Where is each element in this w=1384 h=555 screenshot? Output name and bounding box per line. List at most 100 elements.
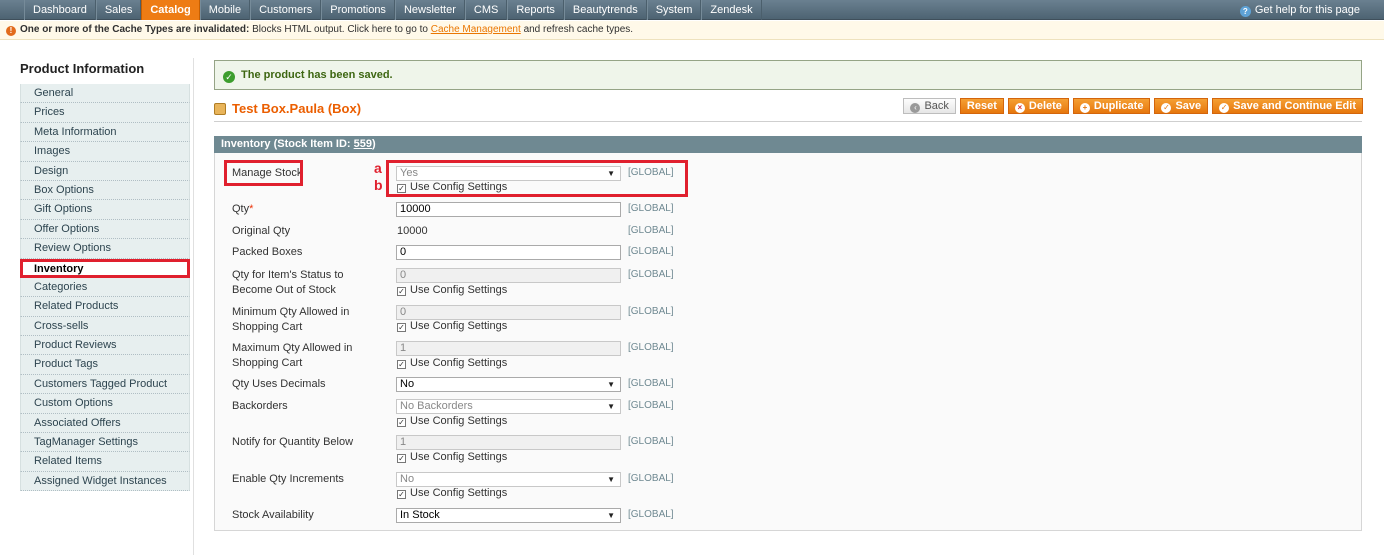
sidebar-divider	[193, 58, 194, 555]
header-separator	[214, 121, 1362, 122]
use-config-label: Use Config Settings	[410, 320, 508, 332]
help-link[interactable]: ? Get help for this page	[1239, 0, 1360, 20]
cache-notice: ! One or more of the Cache Types are inva…	[0, 21, 1384, 40]
out-of-stock-qty-input[interactable]: 0	[396, 268, 621, 283]
duplicate-label: Duplicate	[1093, 100, 1144, 112]
qty-decimals-label: Qty Uses Decimals	[232, 378, 326, 390]
backorders-value: No Backorders	[400, 400, 473, 412]
check-icon: ✓	[223, 71, 235, 83]
duplicate-button[interactable]: + Duplicate	[1072, 98, 1151, 114]
out-of-stock-use-config[interactable]: ✓ Use Config Settings	[397, 284, 507, 297]
notice-bold: One or more of the Cache Types are inval…	[20, 24, 250, 35]
manage-stock-highlight	[224, 160, 303, 186]
qty-input[interactable]: 10000	[396, 202, 621, 217]
delete-button[interactable]: × Delete	[1007, 98, 1069, 114]
reset-button[interactable]: Reset	[959, 98, 1004, 114]
out-of-stock-qty-label: Qty for Item's Status to Become Out of S…	[232, 269, 344, 296]
help-icon: ?	[1239, 6, 1251, 17]
notice-text: Blocks HTML output. Click here to go to	[252, 24, 428, 35]
max-qty-input[interactable]: 1	[396, 341, 621, 356]
nav-item-newsletter[interactable]: Newsletter	[394, 0, 465, 20]
checkbox-checked-icon: ✓	[397, 454, 406, 463]
max-qty-use-config[interactable]: ✓ Use Config Settings	[397, 357, 507, 370]
notify-use-config[interactable]: ✓ Use Config Settings	[397, 451, 507, 464]
delete-label: Delete	[1028, 100, 1062, 112]
nav-item-customers[interactable]: Customers	[250, 0, 322, 20]
scope-label: [GLOBAL]	[628, 473, 674, 484]
tab-review-options[interactable]: Review Options	[20, 239, 190, 259]
nav-item-dashboard[interactable]: Dashboard	[24, 0, 96, 20]
back-button[interactable]: ‹ Back	[903, 98, 956, 114]
top-navigation: Dashboard Sales Catalog Mobile Customers…	[0, 0, 1384, 20]
tab-tagmanager-settings[interactable]: TagManager Settings	[20, 433, 190, 453]
use-config-label: Use Config Settings	[410, 284, 508, 296]
page-title: Test Box.Paula (Box)	[214, 101, 361, 116]
backorders-select[interactable]: No Backorders ▼	[396, 399, 621, 414]
qty-decimals-value: No	[400, 378, 415, 390]
tab-images[interactable]: Images	[20, 142, 190, 162]
save-button[interactable]: ✓ Save	[1154, 98, 1209, 114]
tab-prices[interactable]: Prices	[20, 103, 190, 123]
tab-customers-tagged-product[interactable]: Customers Tagged Product	[20, 374, 190, 395]
chevron-down-icon: ▼	[607, 402, 615, 411]
checkbox-checked-icon: ✓	[397, 418, 406, 427]
success-message: ✓ The product has been saved.	[214, 60, 1362, 90]
tab-inventory[interactable]: Inventory	[20, 258, 190, 278]
min-qty-input[interactable]: 0	[396, 305, 621, 320]
original-qty-label: Original Qty	[232, 225, 291, 237]
nav-item-mobile[interactable]: Mobile	[199, 0, 251, 20]
stock-item-id-link[interactable]: 559	[354, 138, 372, 150]
qty-increments-select[interactable]: No ▼	[396, 472, 621, 487]
tab-meta-information[interactable]: Meta Information	[20, 122, 190, 143]
tab-categories[interactable]: Categories	[20, 277, 190, 298]
tab-product-reviews[interactable]: Product Reviews	[20, 336, 190, 356]
tab-cross-sells[interactable]: Cross-sells	[20, 316, 190, 337]
nav-item-beautytrends[interactable]: Beautytrends	[563, 0, 647, 20]
scope-label: [GLOBAL]	[628, 342, 674, 353]
tab-box-options[interactable]: Box Options	[20, 180, 190, 201]
back-label: Back	[924, 100, 949, 112]
nav-item-promotions[interactable]: Promotions	[321, 0, 395, 20]
tab-assigned-widget-instances[interactable]: Assigned Widget Instances	[20, 471, 190, 492]
tab-gift-options[interactable]: Gift Options	[20, 200, 190, 220]
qty-label: Qty*	[232, 202, 382, 217]
backorders-use-config[interactable]: ✓ Use Config Settings	[397, 415, 507, 428]
qty-increments-use-config[interactable]: ✓ Use Config Settings	[397, 487, 507, 500]
tab-associated-offers[interactable]: Associated Offers	[20, 413, 190, 434]
nav-item-sales[interactable]: Sales	[95, 0, 142, 20]
tab-general[interactable]: General	[20, 84, 190, 104]
tab-design[interactable]: Design	[20, 161, 190, 181]
checkbox-checked-icon: ✓	[397, 323, 406, 332]
nav-item-cms[interactable]: CMS	[464, 0, 508, 20]
save-continue-check-icon: ✓	[1219, 103, 1230, 113]
stock-availability-label: Stock Availability	[232, 509, 314, 521]
qty-increments-label: Enable Qty Increments	[232, 473, 344, 485]
notify-qty-label: Notify for Quantity Below	[232, 436, 354, 448]
fieldset-title: Inventory (Stock Item ID:	[221, 138, 354, 150]
qty-label-text: Qty	[232, 203, 250, 215]
cache-management-link[interactable]: Cache Management	[431, 24, 521, 35]
nav-item-reports[interactable]: Reports	[507, 0, 564, 20]
qty-decimals-select[interactable]: No ▼	[396, 377, 621, 392]
save-continue-button[interactable]: ✓ Save and Continue Edit	[1212, 98, 1363, 114]
scope-label: [GLOBAL]	[628, 400, 674, 411]
notify-qty-input[interactable]: 1	[396, 435, 621, 450]
tab-offer-options[interactable]: Offer Options	[20, 219, 190, 240]
tab-product-tags[interactable]: Product Tags	[20, 355, 190, 375]
tab-custom-options[interactable]: Custom Options	[20, 394, 190, 414]
nav-menu: Dashboard Sales Catalog Mobile Customers…	[24, 0, 762, 20]
nav-item-catalog[interactable]: Catalog	[141, 0, 200, 20]
use-config-label: Use Config Settings	[410, 357, 508, 369]
min-qty-use-config[interactable]: ✓ Use Config Settings	[397, 320, 507, 333]
scope-label: [GLOBAL]	[628, 436, 674, 447]
fieldset-title-suffix: )	[372, 138, 376, 150]
success-text: The product has been saved.	[241, 69, 393, 81]
nav-item-system[interactable]: System	[646, 0, 702, 20]
save-label: Save	[1175, 100, 1202, 112]
tab-related-products[interactable]: Related Products	[20, 297, 190, 317]
packed-boxes-label: Packed Boxes	[232, 246, 303, 258]
tab-related-items[interactable]: Related Items	[20, 452, 190, 472]
nav-item-zendesk[interactable]: Zendesk	[701, 0, 762, 20]
stock-availability-select[interactable]: In Stock ▼	[396, 508, 621, 523]
packed-boxes-input[interactable]: 0	[396, 245, 621, 260]
